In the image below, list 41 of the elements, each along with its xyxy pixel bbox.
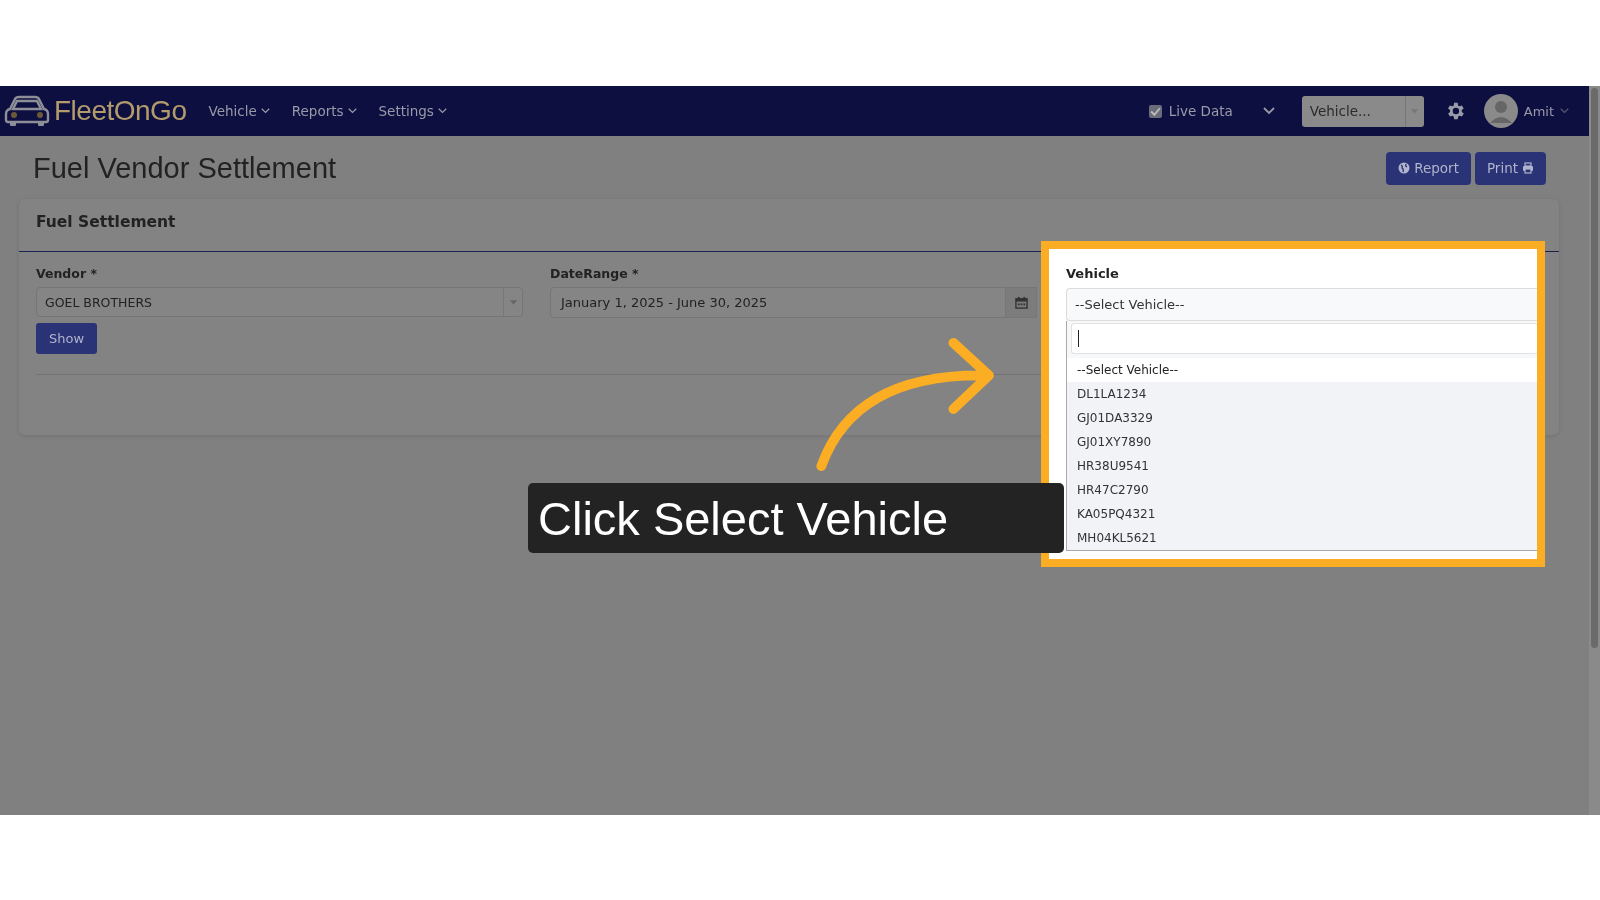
menu-item[interactable]: Settings	[378, 103, 447, 119]
date-range-field[interactable]: January 1, 2025 - June 30, 2025	[550, 287, 1006, 318]
vehicle-select[interactable]: Vehicle...	[1301, 95, 1424, 127]
chevron-icon[interactable]	[1262, 107, 1275, 115]
dropdown-option[interactable]: GJ01DA3329	[1067, 406, 1537, 430]
user-menu[interactable]: Amit	[1483, 94, 1569, 128]
chevron-icon	[1560, 108, 1569, 114]
chevron-icon	[437, 108, 447, 114]
calendar-icon	[1014, 296, 1028, 309]
car-icon	[4, 95, 50, 127]
field-label: Vendor *	[36, 266, 98, 281]
globe-icon	[1398, 162, 1411, 174]
search-field[interactable]	[1071, 323, 1537, 354]
chevron-icon	[347, 108, 357, 114]
caret-icon	[509, 299, 517, 305]
dropdown-option[interactable]: KA05PQ4321	[1067, 502, 1537, 526]
dropdown-option[interactable]: MH04KL5621	[1067, 526, 1537, 550]
checkbox[interactable]	[1148, 104, 1162, 118]
vendor-select[interactable]: GOEL BROTHERS	[36, 287, 523, 317]
dropdown-option[interactable]: HR47C2790	[1067, 478, 1537, 502]
dropdown-option[interactable]: --Select Vehicle--	[1067, 358, 1537, 382]
live-data-label: Live Data	[1168, 103, 1233, 119]
page-title: Fuel Vendor Settlement	[33, 151, 337, 185]
avatar-icon	[1483, 94, 1518, 128]
menu-item[interactable]: Vehicle	[208, 103, 270, 119]
menu-item[interactable]: Reports	[291, 103, 357, 119]
field-label: Vehicle	[1066, 266, 1120, 281]
show-button[interactable]: Show	[36, 323, 98, 354]
field-label: DateRange *	[550, 266, 640, 281]
logo-text[interactable]: FleetOnGo	[54, 95, 187, 127]
caption-text: Click Select Vehicle	[528, 483, 1064, 553]
dropdown-option[interactable]: DL1LA1234	[1067, 382, 1537, 406]
scrollbar[interactable]	[1589, 86, 1600, 815]
calendar-button[interactable]	[1006, 287, 1037, 318]
chevron-icon	[260, 108, 270, 114]
dropdown-option[interactable]: HR38U9541	[1067, 454, 1537, 478]
printer-icon	[1522, 162, 1534, 174]
header-button[interactable]: Report	[1386, 151, 1471, 185]
vehicle-select[interactable]: --Select Vehicle--	[1066, 288, 1537, 321]
header-button[interactable]: Print	[1474, 151, 1546, 185]
dropdown-option[interactable]: GJ01XY7890	[1067, 430, 1537, 454]
